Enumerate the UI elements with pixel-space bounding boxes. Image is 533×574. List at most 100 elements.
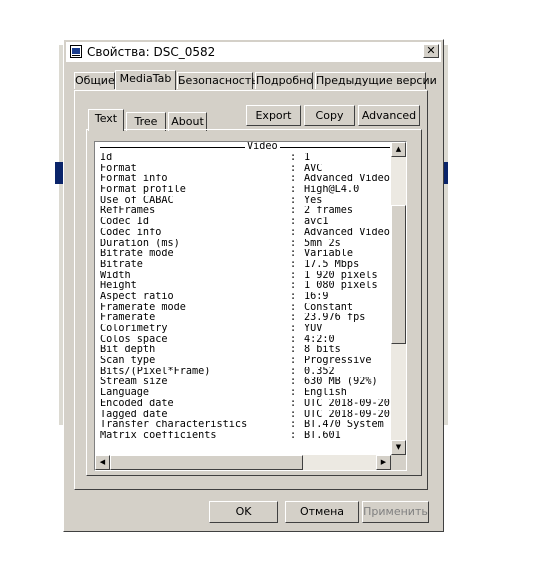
info-rows: Id:1 Format: AVC Format info: Advanced Video… (100, 153, 390, 442)
tab-general[interactable]: Общие (74, 72, 115, 89)
info-separator: : (290, 291, 297, 302)
tab-security[interactable]: Безопасность (177, 72, 258, 89)
vertical-scroll-thumb[interactable] (391, 205, 406, 344)
info-text-view[interactable]: Video Id:1 Format: AVC Format info: Advanced… (94, 141, 407, 471)
button-label: Отмена (299, 505, 345, 518)
info-value: 16:9 (304, 291, 329, 302)
info-separator: : (290, 366, 297, 377)
tab-label: About (171, 115, 204, 128)
info-row: Width:1 920 pixels (100, 271, 390, 282)
info-key: Codec Id (100, 217, 150, 228)
info-value: 8 bits (304, 345, 341, 356)
button-label: Export (255, 109, 292, 122)
info-separator: : (290, 259, 297, 270)
info-separator: : (290, 163, 297, 174)
info-row: Aspect ratio:16:9 (100, 292, 390, 303)
info-value: Advanced Video (304, 174, 390, 185)
info-value: 1 080 pixels (304, 281, 378, 292)
app-icon (70, 45, 82, 58)
scrollbar-corner (391, 455, 406, 470)
info-key: Language (100, 388, 150, 399)
info-value: 4:2:0 (304, 334, 335, 345)
info-key: Duration (ms) (100, 238, 180, 249)
apply-button[interactable]: Применить (362, 501, 429, 523)
vertical-scrollbar[interactable]: ▲ ▼ (391, 142, 406, 455)
info-separator: : (290, 398, 297, 409)
info-value: YUV (304, 324, 323, 334)
info-row: Tagged date: UTC 2018-09-20 (100, 410, 390, 421)
info-row: Stream size:630 MB (92%) (100, 377, 390, 388)
arrow-right-icon: ▶ (380, 458, 387, 466)
button-label: Advanced (361, 109, 417, 122)
section-rule-left (100, 147, 240, 148)
scroll-left-button[interactable]: ◀ (95, 455, 110, 470)
info-value: 23.976 fps (304, 313, 366, 324)
info-separator: : (290, 174, 297, 185)
button-label: Copy (315, 109, 344, 122)
info-separator: : (290, 430, 297, 441)
info-key: Aspect ratio (100, 291, 174, 302)
copy-button[interactable]: Copy (304, 105, 355, 126)
info-key: Scan type (100, 356, 156, 367)
scroll-right-button[interactable]: ▶ (376, 455, 391, 470)
tab-text[interactable]: Text (88, 109, 124, 131)
tab-label: Безопасность (178, 74, 258, 87)
info-row: Colos space:4:2:0 (100, 335, 390, 346)
background-selection-left (55, 162, 63, 184)
info-row: Colorimetry: YUV (100, 324, 390, 335)
info-value: English (304, 388, 347, 399)
tab-label: Общие (75, 74, 115, 87)
tab-previous-versions[interactable]: Предыдущие версии (315, 72, 437, 89)
info-row: Format info: Advanced Video (100, 174, 390, 185)
info-row: Scan type: Progressive (100, 356, 390, 367)
info-value: BT.470 System M (304, 420, 390, 431)
ok-button[interactable]: OK (209, 501, 278, 523)
info-key: Colorimetry (100, 324, 168, 334)
info-separator: : (290, 302, 297, 313)
info-row: Bit depth:8 bits (100, 345, 390, 356)
arrow-left-icon: ◀ (99, 458, 106, 466)
info-row: Bitrate mode: Variable (100, 249, 390, 260)
info-separator: : (290, 153, 297, 163)
advanced-button[interactable]: Advanced (358, 105, 420, 126)
info-row: Codec info: Advanced Video (100, 228, 390, 239)
close-icon: ✕ (426, 44, 436, 57)
info-separator: : (290, 217, 297, 228)
cancel-button[interactable]: Отмена (285, 501, 359, 523)
info-separator: : (290, 345, 297, 356)
info-value: 2 frames (304, 206, 354, 217)
scroll-up-button[interactable]: ▲ (391, 142, 406, 157)
info-key: RefFrames (100, 206, 156, 217)
info-key: Bit depth (100, 345, 156, 356)
tab-label: Text (94, 112, 118, 125)
info-key: Codec info (100, 227, 162, 238)
info-key: Framerate (100, 313, 156, 324)
info-row: Framerate mode: Constant (100, 303, 390, 314)
info-value: Variable (304, 249, 354, 260)
button-label: OK (235, 505, 252, 518)
info-separator: : (290, 195, 297, 206)
info-separator: : (290, 409, 297, 420)
tab-label: MediaTab (119, 72, 172, 85)
info-row: Format profile: High@L4.0 (100, 185, 390, 196)
info-value: 630 MB (92%) (304, 377, 378, 388)
info-separator: : (290, 420, 297, 431)
scroll-down-button[interactable]: ▼ (391, 440, 406, 455)
info-key: Transfer characteristics (100, 420, 248, 431)
info-row: Bitrate:17.5 Mbps (100, 260, 390, 271)
info-value: AVC (304, 163, 323, 174)
tab-mediatab[interactable]: MediaTab (115, 70, 176, 90)
title-bar: Свойства: DSC_0582 ✕ (66, 42, 441, 62)
export-button[interactable]: Export (246, 105, 301, 126)
tab-label: Предыдущие версии (316, 74, 437, 87)
info-value: 1 920 pixels (304, 270, 378, 281)
info-row: Bits/(Pixel*Frame):0.352 (100, 367, 390, 378)
tab-details[interactable]: Подробно (255, 72, 313, 89)
info-key: Height (100, 281, 137, 292)
info-separator: : (290, 324, 297, 334)
horizontal-scroll-thumb[interactable] (110, 455, 303, 470)
section-header: Video (100, 142, 390, 153)
close-button[interactable]: ✕ (423, 44, 439, 58)
horizontal-scrollbar[interactable]: ◀ ▶ (95, 455, 391, 470)
info-value: Yes (304, 195, 323, 206)
